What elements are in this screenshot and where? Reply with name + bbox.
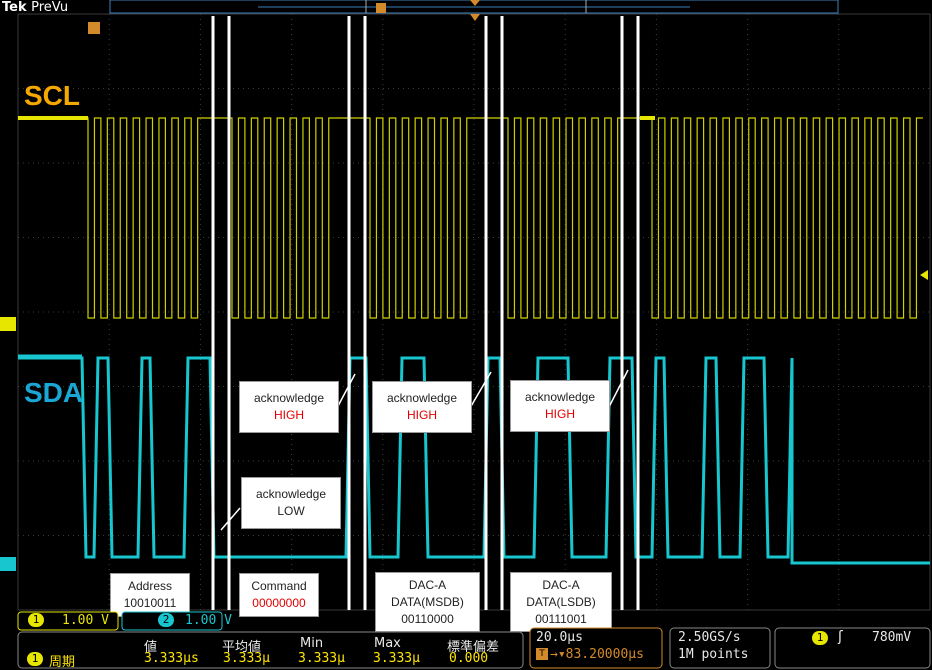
rising-edge-icon: ʃ [838,629,843,645]
callout-value: 00000000 [252,596,306,610]
brand-name: Tek [2,0,27,15]
callout-value: HIGH [274,408,304,422]
meas-value: 3.333µs [144,651,199,666]
ch2-badge[interactable]: 2 [158,613,174,627]
scl-label: SCL [24,80,80,111]
timebase-readout[interactable]: 20.0µs [536,630,583,645]
meas-channel-badge: 1 [27,652,43,666]
callout-text: acknowledge [253,391,325,405]
ch2-scale[interactable]: 1.00 V [185,613,232,628]
callout-ack-high-2: acknowledge HIGH [372,381,472,433]
meas-stddev: 0.000 [449,651,489,666]
callout-value: HIGH [407,408,437,422]
meas-mean: 3.333µ [223,651,270,666]
sda-label: SDA [24,377,84,408]
brand-mode: PreVu [31,0,69,15]
trigger-level[interactable]: 780mV [872,630,911,645]
callout-pointer-1 [336,373,356,409]
callout-text: acknowledge [524,390,596,404]
callout-pointer-3 [608,369,629,408]
callout-text: Command [251,579,307,593]
trigger-position[interactable]: →▾83.20000µs [550,647,644,662]
callout-text: acknowledge [386,391,458,405]
callout-text: DAC-A [408,577,447,592]
sda-waveform [18,356,930,565]
callout-value: HIGH [545,407,575,421]
callout-ack-high-3: acknowledge HIGH [510,380,610,432]
trigger-position-value: 83.20000µs [565,647,644,662]
meas-label: 周期 [49,655,76,670]
callout-text-2: DATA(MSDB) [391,594,464,609]
sample-rate[interactable]: 2.50GS/s [678,630,741,645]
meas-header-min: Min [300,636,324,651]
oscilloscope-screen [0,0,932,669]
callout-value: LOW [277,504,305,518]
trigger-pos-icon: T [536,648,548,660]
callout-text: acknowledge [255,487,327,501]
ch1-scale[interactable]: 1.00 V [62,613,109,628]
callout-value: 10010011 [123,596,177,610]
callout-text: DAC-A [542,577,580,592]
callout-ack-high-1: acknowledge HIGH [239,381,339,433]
scl-waveform [18,117,923,319]
callout-text-2: DATA(LSDB) [526,594,596,609]
trigger-channel-badge[interactable]: 1 [812,631,828,645]
callout-ack-low: acknowledge LOW [241,477,341,529]
callout-text: Address [127,579,173,593]
record-length[interactable]: 1M points [678,647,748,662]
meas-max: 3.333µ [373,651,420,666]
ch1-badge[interactable]: 1 [28,613,44,627]
meas-header-max: Max [374,636,401,651]
brand-logo: Tek PreVu [2,0,68,15]
meas-min: 3.333µ [298,651,345,666]
waveform-area [18,16,930,610]
